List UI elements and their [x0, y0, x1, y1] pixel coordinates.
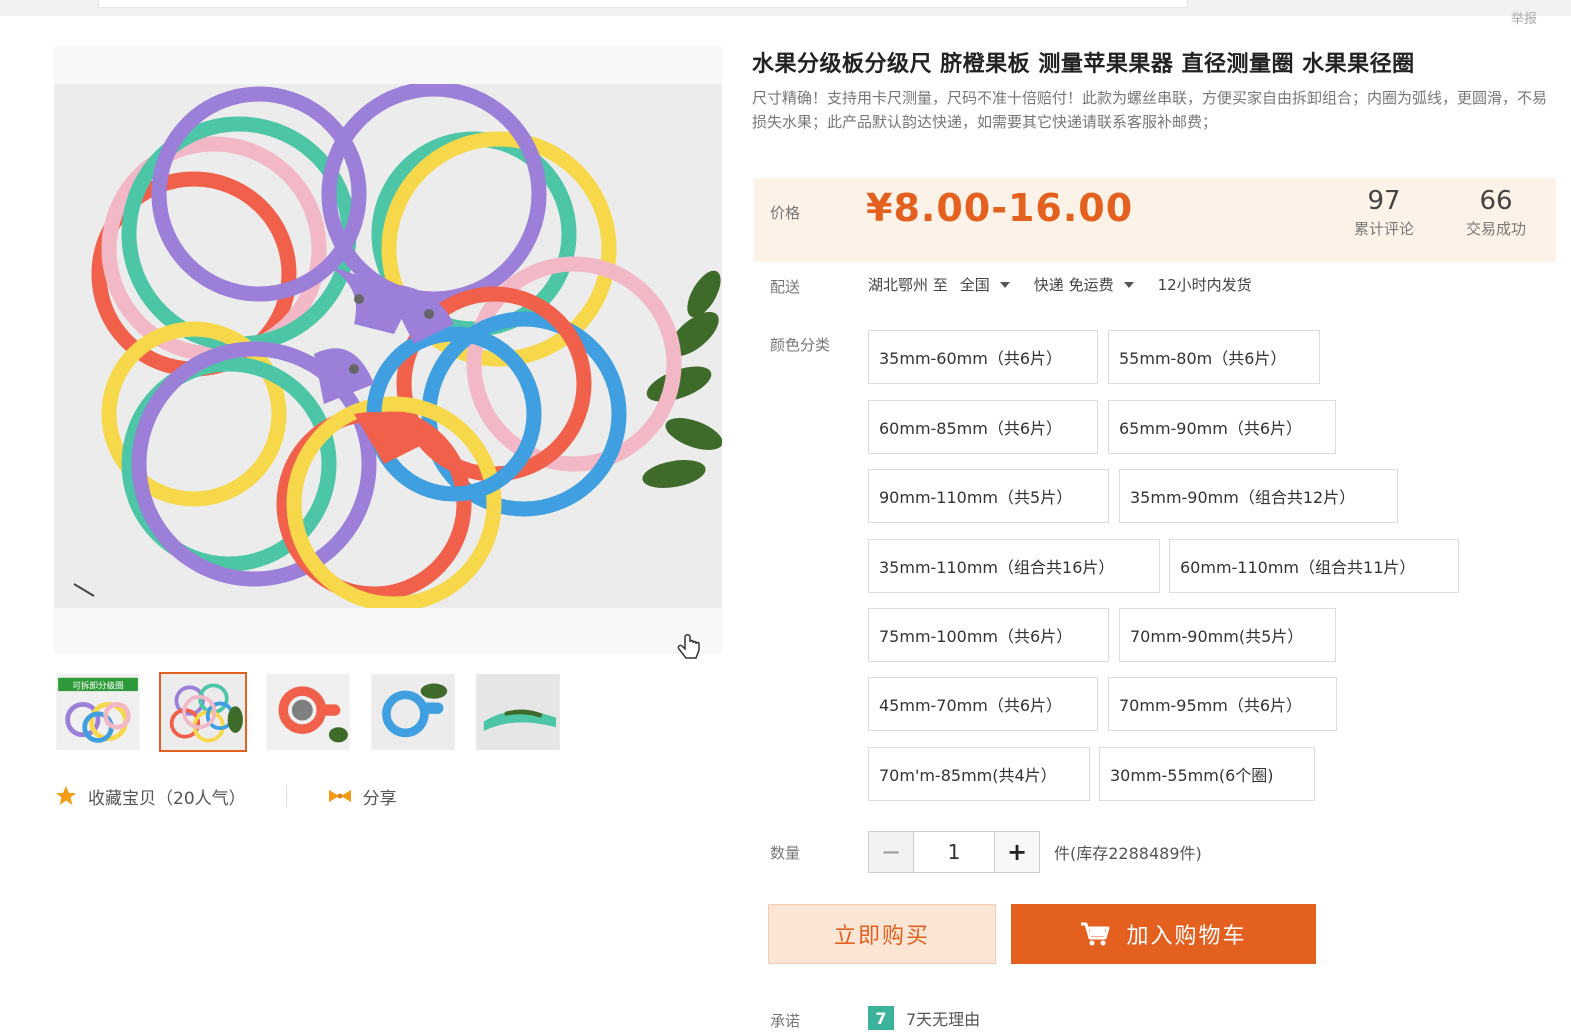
thumbnail-4-image [371, 674, 455, 750]
destination-caret-icon[interactable] [999, 281, 1010, 288]
thumbnail-2-image [161, 674, 245, 750]
seven-day-return-icon: 7 [868, 1006, 894, 1030]
delivery-from: 湖北鄂州 至 [868, 276, 948, 294]
promise-text[interactable]: 7天无理由 [906, 1006, 980, 1030]
favorite-link[interactable]: 收藏宝贝（20人气） [88, 784, 246, 809]
thumbnail-5-image [476, 674, 560, 750]
color-option[interactable]: 70mm-95mm（共6片） [1108, 677, 1337, 731]
thumbnail-1-image: 可拆卸分级圈 [56, 674, 140, 750]
thumbnail-2[interactable] [159, 672, 247, 752]
fruit-ring-gauges-illustration [54, 84, 722, 608]
share-icon [328, 790, 351, 802]
color-label: 颜色分类 [770, 336, 831, 354]
add-to-cart-label: 加入购物车 [1126, 924, 1247, 949]
color-option[interactable]: 75mm-100mm（共6片） [868, 608, 1109, 662]
report-link[interactable]: 举报 [1511, 8, 1537, 27]
color-option[interactable]: 55mm-80m（共6片） [1108, 330, 1320, 384]
stock-info: 件(库存2288489件) [1054, 844, 1202, 863]
color-option[interactable]: 30mm-55mm(6个圈) [1099, 747, 1315, 801]
thumbnail-4[interactable] [369, 672, 457, 752]
thumbnail-3-image [266, 674, 350, 750]
top-strip: 举报 [0, 0, 1571, 27]
shipping-caret-icon[interactable] [1123, 281, 1134, 288]
color-option[interactable]: 35mm-110mm（组合共16片） [868, 539, 1160, 593]
reviews-label: 累计评论 [1353, 220, 1414, 238]
main-product-image[interactable] [54, 84, 722, 608]
shipping-method-select[interactable]: 快递 免运费 [1034, 274, 1114, 295]
thumbnail-3[interactable] [264, 672, 352, 752]
dispatch-time: 12小时内发货 [1157, 276, 1252, 294]
product-title: 水果分级板分级尺 脐橙果板 测量苹果果器 直径测量圈 水果果径圈 [752, 52, 1415, 77]
color-option[interactable]: 65mm-90mm（共6片） [1108, 400, 1336, 454]
sales-label: 交易成功 [1465, 220, 1526, 238]
buy-now-label: 立即购买 [833, 924, 930, 949]
price-label: 价格 [770, 204, 801, 222]
delivery-destination-select[interactable]: 全国 [960, 274, 990, 295]
color-option[interactable]: 45mm-70mm（共6片） [868, 677, 1098, 731]
sales-stat[interactable]: 66 交易成功 [1446, 184, 1546, 240]
favorite-divider [285, 785, 287, 807]
promise-label: 承诺 [770, 1012, 801, 1030]
color-option[interactable]: 35mm-90mm（组合共12片） [1119, 469, 1398, 523]
price-panel: 价格 ¥8.00-16.00 97 累计评论 66 交易成功 [754, 178, 1556, 262]
promise-row: 7 7天无理由 [868, 1006, 980, 1030]
quantity-label: 数量 [770, 844, 801, 862]
color-option[interactable]: 60mm-110mm（组合共11片） [1169, 539, 1459, 593]
top-search-bar[interactable] [98, 0, 1188, 8]
reviews-count: 97 [1367, 186, 1401, 216]
quantity-decrease-button[interactable]: − [868, 831, 914, 873]
sales-count: 66 [1479, 186, 1513, 216]
product-description: 尺寸精确！支持用卡尺测量，尺码不准十倍赔付！此款为螺丝串联，方便买家自由拆卸组合… [752, 89, 1548, 131]
color-option[interactable]: 35mm-60mm（共6片） [868, 330, 1098, 384]
price-value: ¥8.00-16.00 [866, 186, 1134, 230]
delivery-row: 湖北鄂州 至 全国 快递 免运费 12小时内发货 [868, 274, 1252, 295]
add-to-cart-button[interactable]: 加入购物车 [1011, 904, 1316, 964]
star-icon [56, 786, 76, 805]
favorite-share-row: 收藏宝贝（20人气） 分享 [54, 782, 474, 810]
quantity-stepper: − 1 + 件(库存2288489件) [868, 830, 1202, 874]
cart-icon [1081, 922, 1110, 946]
reviews-stat[interactable]: 97 累计评论 [1334, 184, 1434, 240]
thumbnail-1[interactable]: 可拆卸分级圈 [54, 672, 142, 752]
thumbnail-banner-text: 可拆卸分级圈 [72, 679, 123, 691]
thumbnail-strip: 可拆卸分级圈 [54, 672, 574, 754]
hand-cursor-icon [677, 634, 700, 659]
color-option[interactable]: 70m'm-85mm(共4片） [868, 747, 1090, 801]
product-page: 举报 可拆卸分级圈 收藏宝贝（20人气） 分享 水果分级板分级尺 脐橙果板 测量… [0, 0, 1571, 1035]
buy-now-button[interactable]: 立即购买 [768, 904, 996, 964]
color-option[interactable]: 60mm-85mm（共6片） [868, 400, 1098, 454]
thumbnail-5[interactable] [474, 672, 562, 752]
color-option[interactable]: 70mm-90mm(共5片） [1119, 608, 1336, 662]
quantity-increase-button[interactable]: + [994, 831, 1040, 873]
delivery-label: 配送 [770, 278, 801, 296]
color-option[interactable]: 90mm-110mm（共5片） [868, 469, 1109, 523]
share-link[interactable]: 分享 [363, 784, 397, 809]
quantity-input[interactable]: 1 [914, 831, 994, 873]
